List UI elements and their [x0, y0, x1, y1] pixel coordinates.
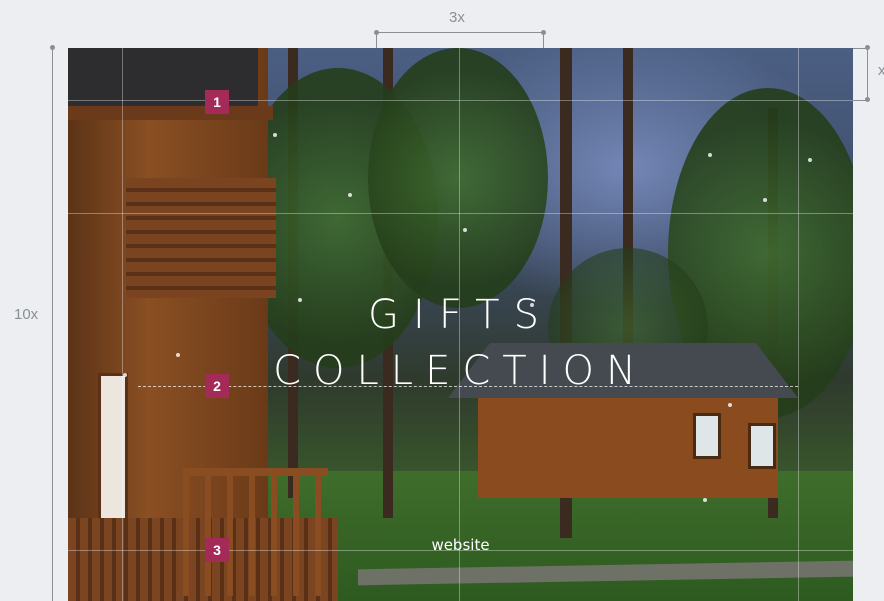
snow-particle [273, 133, 277, 137]
title-line-2[interactable]: COLLECTION [68, 348, 853, 394]
left-height-label: 10x [14, 306, 39, 323]
cabin-window [693, 413, 721, 459]
top-guide-tick-left [376, 32, 377, 48]
cabin-window [748, 423, 776, 469]
top-width-label: 3x [449, 9, 465, 26]
snow-particle [763, 198, 767, 202]
top-guide-tick-right [543, 32, 544, 48]
marker-3[interactable]: 3 [205, 538, 229, 562]
snow-particle [703, 498, 707, 502]
cabin-door [98, 373, 128, 529]
snow-particle [728, 403, 732, 407]
artboard-banner[interactable]: GIFTS COLLECTION website 1 2 3 [68, 48, 853, 601]
snow-particle [708, 153, 712, 157]
cabin-foreground-eave [68, 106, 273, 120]
right-margin-label: x [878, 62, 884, 79]
grid-row-line [68, 100, 853, 101]
website-link[interactable]: website [68, 536, 853, 554]
snow-particle [808, 158, 812, 162]
right-margin-guide [867, 48, 868, 100]
marker-1[interactable]: 1 [205, 90, 229, 114]
snow-particle [348, 193, 352, 197]
cabin-wall [478, 398, 778, 498]
left-height-guide [52, 48, 53, 601]
top-width-guide [376, 32, 544, 33]
title-line-1[interactable]: GIFTS [68, 292, 853, 338]
right-guide-handle-top[interactable] [865, 45, 870, 50]
grid-row-line [68, 213, 853, 214]
tree-foliage [368, 48, 548, 308]
cabin-railing [183, 468, 328, 596]
right-guide-handle-bottom[interactable] [865, 97, 870, 102]
left-guide-handle-top[interactable] [50, 45, 55, 50]
snow-particle [463, 228, 467, 232]
marker-2[interactable]: 2 [205, 374, 229, 398]
cabin-balcony [126, 178, 276, 298]
